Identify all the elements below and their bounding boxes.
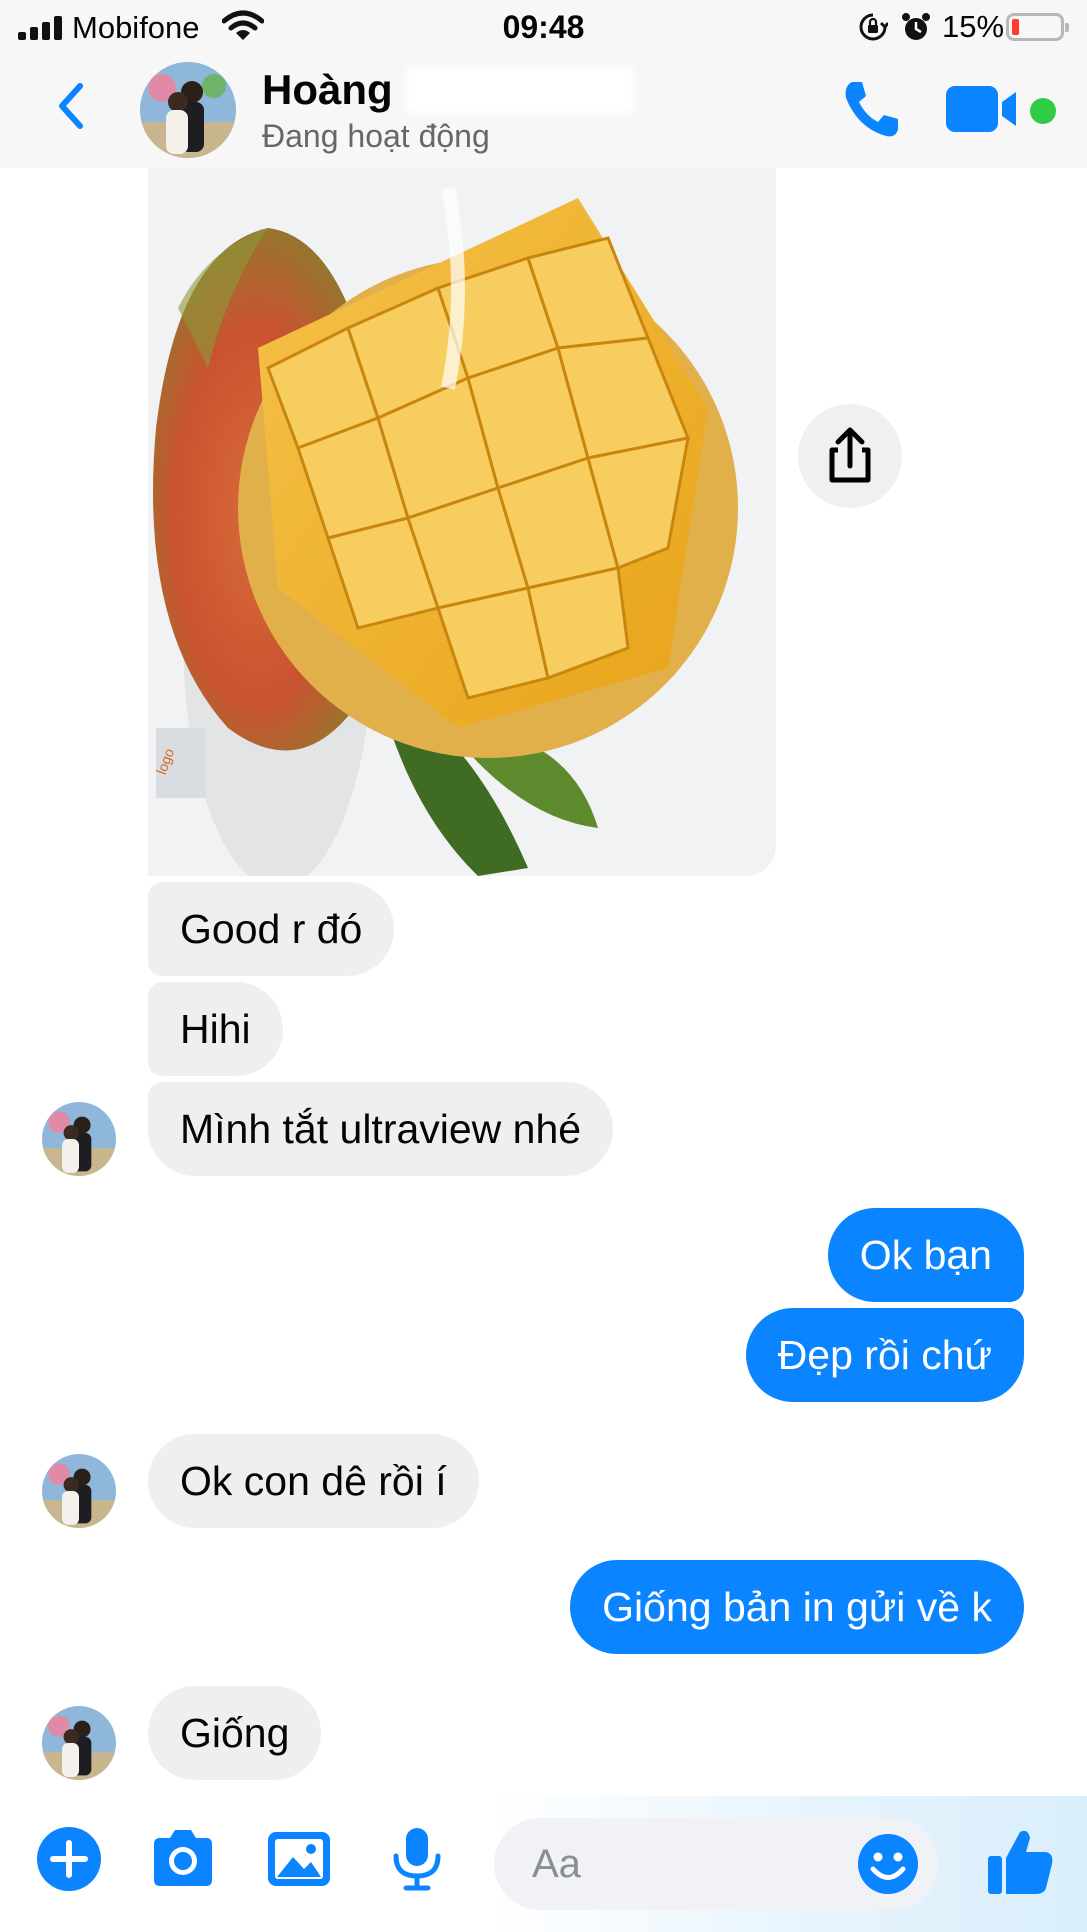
message-incoming[interactable]: Hihi: [148, 982, 283, 1076]
chevron-left-icon[interactable]: [50, 76, 90, 136]
message-input[interactable]: [532, 1818, 832, 1910]
battery-icon: [1006, 13, 1069, 41]
message-incoming[interactable]: Ok con dê rồi í: [148, 1434, 479, 1528]
video-camera-icon[interactable]: [946, 84, 1020, 134]
message-incoming[interactable]: Giống: [148, 1686, 322, 1780]
phone-icon[interactable]: [838, 76, 904, 142]
rotation-lock-icon: [859, 13, 888, 41]
online-indicator: [1030, 98, 1056, 124]
mango-photo[interactable]: logo: [148, 168, 776, 876]
image-icon[interactable]: [264, 1824, 334, 1894]
share-icon: [829, 427, 871, 483]
message-composer: [0, 1796, 1087, 1932]
chat-header: Hoàng Đang hoạt động: [0, 56, 1087, 168]
contact-name: Hoàng: [262, 66, 393, 113]
message-outgoing[interactable]: Ok bạn: [827, 1208, 1024, 1302]
message-incoming[interactable]: Mình tắt ultraview nhé: [148, 1082, 614, 1176]
contact-avatar-small[interactable]: [42, 1706, 116, 1780]
alarm-icon: [902, 13, 930, 40]
battery-percent: 15%: [942, 9, 1005, 44]
message-input-container[interactable]: [494, 1818, 938, 1910]
contact-avatar[interactable]: [140, 62, 236, 158]
thumbs-up-icon[interactable]: [986, 1824, 1056, 1898]
share-button[interactable]: [798, 404, 902, 508]
plus-circle-icon[interactable]: [34, 1824, 104, 1894]
contact-avatar-small[interactable]: [42, 1454, 116, 1528]
smiley-icon[interactable]: [856, 1832, 920, 1896]
microphone-icon[interactable]: [382, 1824, 452, 1894]
message-outgoing[interactable]: Đẹp rồi chứ: [745, 1308, 1024, 1402]
camera-icon[interactable]: [148, 1824, 218, 1894]
message-incoming[interactable]: Good r đó: [148, 882, 395, 976]
message-outgoing[interactable]: Giống bản in gửi về k: [570, 1560, 1024, 1654]
status-bar: Mobifone 09:48 15%: [0, 0, 1087, 56]
contact-avatar-small[interactable]: [42, 1102, 116, 1176]
contact-status: Đang hoạt động: [262, 118, 490, 154]
redacted-name: [405, 66, 635, 114]
